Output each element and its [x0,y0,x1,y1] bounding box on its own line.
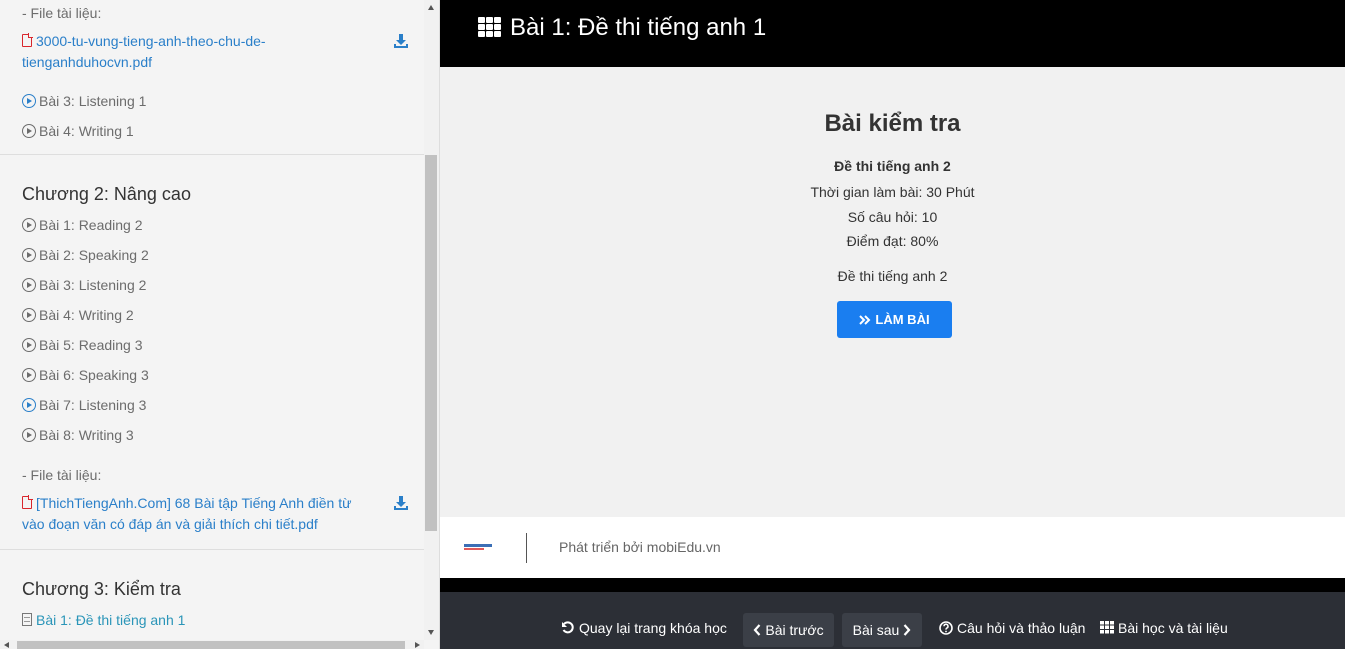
lessons-materials-link[interactable]: Bài học và tài liệu [1100,612,1228,646]
file-list-label: - File tài liệu: [22,5,102,21]
play-circle-icon [22,278,36,292]
scroll-up-arrow-icon[interactable] [428,5,434,10]
lesson-item[interactable]: Bài 5: Reading 3 [22,337,143,353]
pdf-file-icon [22,33,33,47]
quiz-panel: Bài kiểm tra Đề thi tiếng anh 2 Thời gia… [440,67,1345,517]
play-circle-icon [22,308,36,322]
scroll-right-arrow-icon[interactable] [415,642,420,648]
scrollbar-thumb[interactable] [425,155,437,531]
quiz-time: Thời gian làm bài: 30 Phút [810,184,975,200]
grid-icon [478,17,502,39]
powered-by-text: Phát triển bởi mobiEdu.vn [559,539,721,555]
file-link-exercise-pdf[interactable]: [ThichTiengAnh.Com] 68 Bài tập Tiếng Anh… [22,493,352,535]
course-sidebar: - File tài liệu: 3000-tu-vung-tieng-anh-… [0,0,440,649]
play-circle-icon [22,398,36,412]
download-icon[interactable] [393,495,409,511]
qa-discussion-link[interactable]: Câu hỏi và thảo luận [939,612,1085,646]
page-title: Bài 1: Đề thi tiếng anh 1 [510,14,767,41]
play-circle-icon [22,124,36,138]
lesson-item[interactable]: Bài 2: Speaking 2 [22,247,149,263]
chapter-title[interactable]: Chương 2: Nâng cao [22,184,191,205]
previous-lesson-button[interactable]: Bài trước [743,613,834,647]
file-name: 3000-tu-vung-tieng-anh-theo-chu-de-tieng… [22,33,266,70]
play-circle-icon [22,94,36,108]
lesson-item-active[interactable]: Bài 1: Đề thi tiếng anh 1 [22,612,185,628]
lesson-item[interactable]: Bài 6: Speaking 3 [22,367,149,383]
chevron-right-icon [904,624,911,636]
quiz-pass-score: Điểm đạt: 80% [846,233,939,249]
quiz-name: Đề thi tiếng anh 2 [834,158,951,174]
file-name: [ThichTiengAnh.Com] 68 Bài tập Tiếng Anh… [22,495,352,532]
next-lesson-button[interactable]: Bài sau [842,613,922,647]
lesson-item[interactable]: Bài 1: Reading 2 [22,217,143,233]
sidebar-content: - File tài liệu: 3000-tu-vung-tieng-anh-… [0,0,424,640]
footer-divider [526,533,527,563]
lesson-item[interactable]: Bài 4: Writing 1 [22,123,134,139]
quiz-description: Đề thi tiếng anh 2 [837,268,948,284]
site-footer: Phát triển bởi mobiEdu.vn [440,517,1345,578]
scrollbar-thumb[interactable] [17,641,405,649]
play-circle-icon [22,368,36,382]
lesson-main: Bài 1: Đề thi tiếng anh 1 Bài kiểm tra Đ… [440,0,1345,649]
play-circle-icon [22,218,36,232]
scroll-left-arrow-icon[interactable] [4,642,9,648]
start-quiz-button[interactable]: LÀM BÀI [837,301,952,338]
document-icon [22,613,32,626]
question-circle-icon [939,621,953,635]
chevron-left-icon [753,624,761,636]
lesson-navigation-bar: Quay lại trang khóa học Bài trước Bài sa… [440,592,1345,649]
lesson-item[interactable]: Bài 3: Listening 1 [22,93,146,109]
grid-icon [1100,621,1114,634]
lesson-header: Bài 1: Đề thi tiếng anh 1 [440,0,1345,67]
sidebar-horizontal-scrollbar[interactable] [0,640,424,649]
play-circle-icon [22,428,36,442]
section-divider [0,549,424,550]
section-divider [0,154,424,155]
double-chevron-right-icon [859,314,871,325]
chapter-title[interactable]: Chương 3: Kiểm tra [22,579,181,600]
quiz-question-count: Số câu hỏi: 10 [847,209,938,225]
play-circle-icon [22,338,36,352]
back-to-course-link[interactable]: Quay lại trang khóa học [561,612,727,646]
download-icon[interactable] [393,33,409,49]
undo-icon [562,621,574,634]
pdf-file-icon [22,495,33,509]
lesson-item[interactable]: Bài 8: Writing 3 [22,427,134,443]
lesson-item[interactable]: Bài 4: Writing 2 [22,307,134,323]
play-circle-icon [22,248,36,262]
scroll-down-arrow-icon[interactable] [428,630,434,635]
file-link-vocab-pdf[interactable]: 3000-tu-vung-tieng-anh-theo-chu-de-tieng… [22,31,352,73]
quiz-heading: Bài kiểm tra [824,110,961,137]
mobiedu-logo [464,544,492,550]
sidebar-vertical-scrollbar[interactable] [424,0,439,640]
lesson-item[interactable]: Bài 7: Listening 3 [22,397,146,413]
file-list-label: - File tài liệu: [22,467,102,483]
video-strip [440,578,1345,592]
lesson-item[interactable]: Bài 3: Listening 2 [22,277,146,293]
